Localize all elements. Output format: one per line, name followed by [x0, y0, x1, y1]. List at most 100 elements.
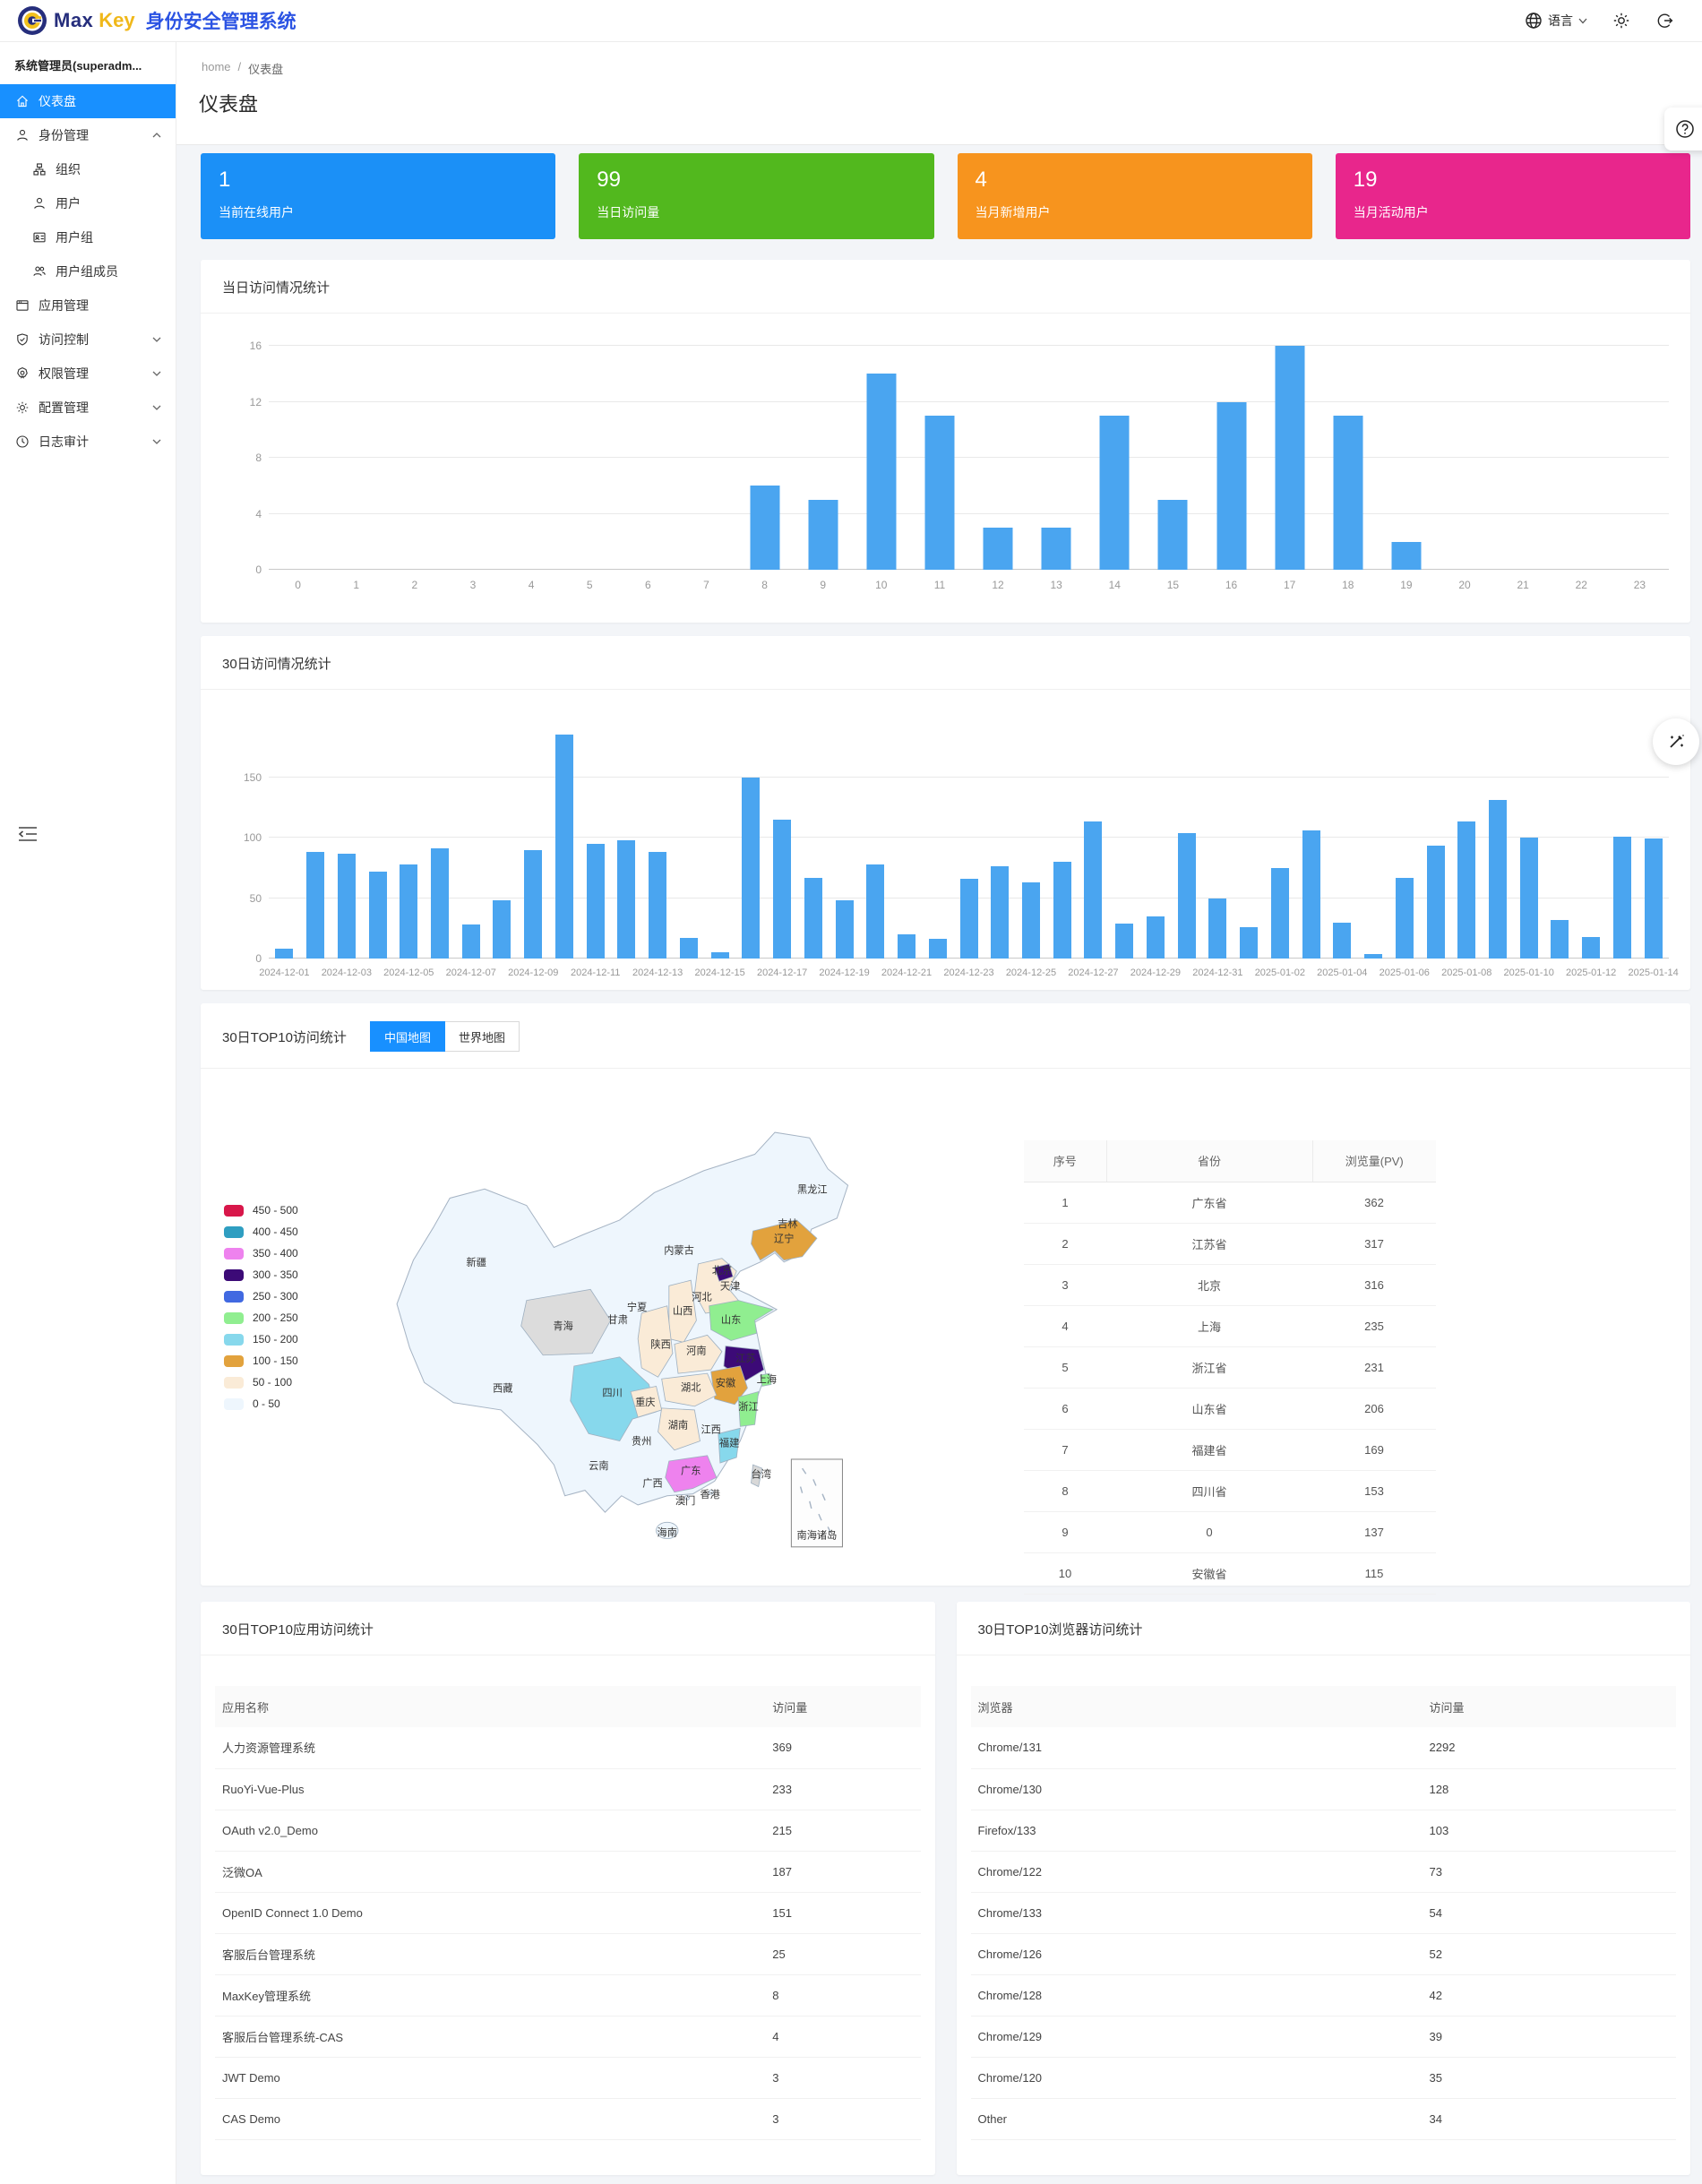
province-header-浏览量(PV): 浏览量(PV): [1312, 1140, 1436, 1182]
map-label-新疆: 新疆: [467, 1256, 486, 1268]
tab-中国地图[interactable]: 中国地图: [370, 1021, 445, 1052]
province-cell: 153: [1312, 1470, 1436, 1511]
sidebar-collapse-icon[interactable]: [18, 826, 38, 842]
browser-cell: 73: [1423, 1851, 1677, 1892]
legend-range: 350 - 400: [253, 1247, 298, 1260]
sidebar-item-label: 身份管理: [39, 126, 89, 144]
app-row: CAS Demo3: [215, 2098, 921, 2139]
tab-世界地图[interactable]: 世界地图: [445, 1021, 520, 1052]
gridline: 12: [269, 401, 1669, 402]
sidebar-item-应用管理[interactable]: 应用管理: [0, 288, 176, 322]
stat-value: 1: [219, 168, 537, 193]
sidebar-menu: 仪表盘身份管理组织用户用户组用户组成员应用管理访问控制权限管理配置管理日志审计: [0, 84, 176, 459]
browser-cell: 39: [1423, 2016, 1677, 2057]
top10-browsers-title: 30日TOP10浏览器访问统计: [978, 1620, 1143, 1638]
province-cell: 5: [1024, 1346, 1106, 1388]
stat-card-当前在线用户: 1 当前在线用户: [201, 153, 555, 239]
sidebar-item-label: 日志审计: [39, 433, 89, 451]
x-tick-label: 14: [1109, 579, 1121, 591]
gridline: 0: [269, 569, 1669, 570]
map-label-香港: 香港: [700, 1489, 719, 1500]
bar-2025-01-09: [1489, 800, 1507, 959]
monthly-visits-title: 30日访问情况统计: [222, 654, 331, 673]
bar-2025-01-07: [1427, 846, 1445, 959]
gear-icon: [15, 400, 30, 415]
app-cell: RuoYi-Vue-Plus: [215, 1768, 765, 1810]
sidebar-item-配置管理[interactable]: 配置管理: [0, 391, 176, 425]
sidebar-item-日志审计[interactable]: 日志审计: [0, 425, 176, 459]
x-tick-label: 21: [1517, 579, 1529, 591]
stat-value: 4: [976, 168, 1294, 193]
y-tick-label: 50: [229, 892, 262, 905]
bar-2024-12-26: [1053, 862, 1071, 959]
daily-visits-card: 当日访问情况统计 0481216012345678910111213141516…: [201, 260, 1690, 623]
map-label-云南: 云南: [589, 1460, 608, 1472]
app-cell: 151: [765, 1892, 920, 1933]
map-label-宁夏: 宁夏: [627, 1301, 647, 1313]
map-label-江苏: 江苏: [735, 1353, 755, 1364]
sidebar-item-身份管理[interactable]: 身份管理: [0, 118, 176, 152]
x-tick-label: 15: [1167, 579, 1179, 591]
browser-cell: Chrome/120: [971, 2057, 1423, 2098]
bar-18: [1333, 416, 1362, 570]
stat-label: 当前在线用户: [219, 203, 537, 221]
province-cell: 浙江省: [1106, 1346, 1312, 1388]
breadcrumb-home[interactable]: home: [202, 60, 231, 77]
app-cell: 233: [765, 1768, 920, 1810]
sidebar-item-用户[interactable]: 用户: [0, 186, 176, 220]
bar-2024-12-25: [1022, 882, 1040, 959]
legend-range: 400 - 450: [253, 1225, 298, 1238]
x-tick-label: 2024-12-23: [943, 967, 993, 978]
app-cell: 客服后台管理系统-CAS: [215, 2016, 765, 2057]
browser-row: Firefox/133103: [971, 1810, 1677, 1851]
province-cell: 10: [1024, 1552, 1106, 1594]
legend-item: 250 - 300: [224, 1285, 298, 1307]
language-menu[interactable]: 语言: [1525, 12, 1587, 30]
chevron-down-icon: [152, 335, 161, 344]
map-label-湖南: 湖南: [668, 1418, 688, 1431]
bar-13: [1042, 528, 1071, 570]
theme-wand-floating-button[interactable]: [1653, 718, 1699, 765]
bar-2024-12-24: [991, 866, 1009, 959]
province-cell: 上海: [1106, 1305, 1312, 1346]
bar-2024-12-11: [587, 844, 605, 959]
x-tick-label: 2025-01-08: [1441, 967, 1491, 978]
x-tick-label: 5: [587, 579, 593, 591]
gridline: 150: [269, 777, 1669, 778]
help-floating-button[interactable]: [1664, 107, 1702, 150]
province-header-省份: 省份: [1106, 1140, 1312, 1182]
bar-2024-12-17: [773, 820, 791, 959]
app-cell: 3: [765, 2098, 920, 2139]
sidebar-item-访问控制[interactable]: 访问控制: [0, 322, 176, 357]
browser-row: Chrome/12273: [971, 1851, 1677, 1892]
sidebar-item-权限管理[interactable]: 权限管理: [0, 357, 176, 391]
china-map[interactable]: 新疆西藏青海甘肃宁夏内蒙古黑龙江吉林辽宁北京天津河北山西山东陕西河南江苏安徽上海…: [344, 1081, 917, 1556]
legend-swatch: [224, 1377, 244, 1389]
browser-cell: 35: [1423, 2057, 1677, 2098]
stat-value: 99: [597, 168, 915, 193]
bar-16: [1216, 402, 1246, 571]
sidebar-item-用户组[interactable]: 用户组: [0, 220, 176, 254]
stat-label: 当月活动用户: [1354, 203, 1672, 221]
legend-range: 300 - 350: [253, 1268, 298, 1281]
bar-2024-12-27: [1084, 821, 1102, 959]
chevron-down-icon: [152, 403, 161, 412]
org-icon: [32, 162, 47, 176]
browser-cell: Chrome/122: [971, 1851, 1423, 1892]
x-tick-label: 2024-12-01: [259, 967, 309, 978]
sidebar-item-仪表盘[interactable]: 仪表盘: [0, 84, 176, 118]
bar-2024-12-12: [617, 840, 635, 959]
province-cell: 206: [1312, 1388, 1436, 1429]
app-cell: 215: [765, 1810, 920, 1851]
y-tick-label: 8: [229, 451, 262, 464]
app-row: 客服后台管理系统25: [215, 1933, 921, 1974]
sidebar-item-用户组成员[interactable]: 用户组成员: [0, 254, 176, 288]
sidebar-item-组织[interactable]: 组织: [0, 152, 176, 186]
sidebar-item-label: 用户组: [56, 228, 93, 246]
bar-2024-12-03: [338, 854, 356, 959]
x-tick-label: 2024-12-25: [1006, 967, 1056, 978]
gridline: 8: [269, 457, 1669, 458]
legend-range: 450 - 500: [253, 1204, 298, 1217]
logout-icon[interactable]: [1655, 12, 1673, 30]
settings-gear-icon[interactable]: [1612, 12, 1630, 30]
